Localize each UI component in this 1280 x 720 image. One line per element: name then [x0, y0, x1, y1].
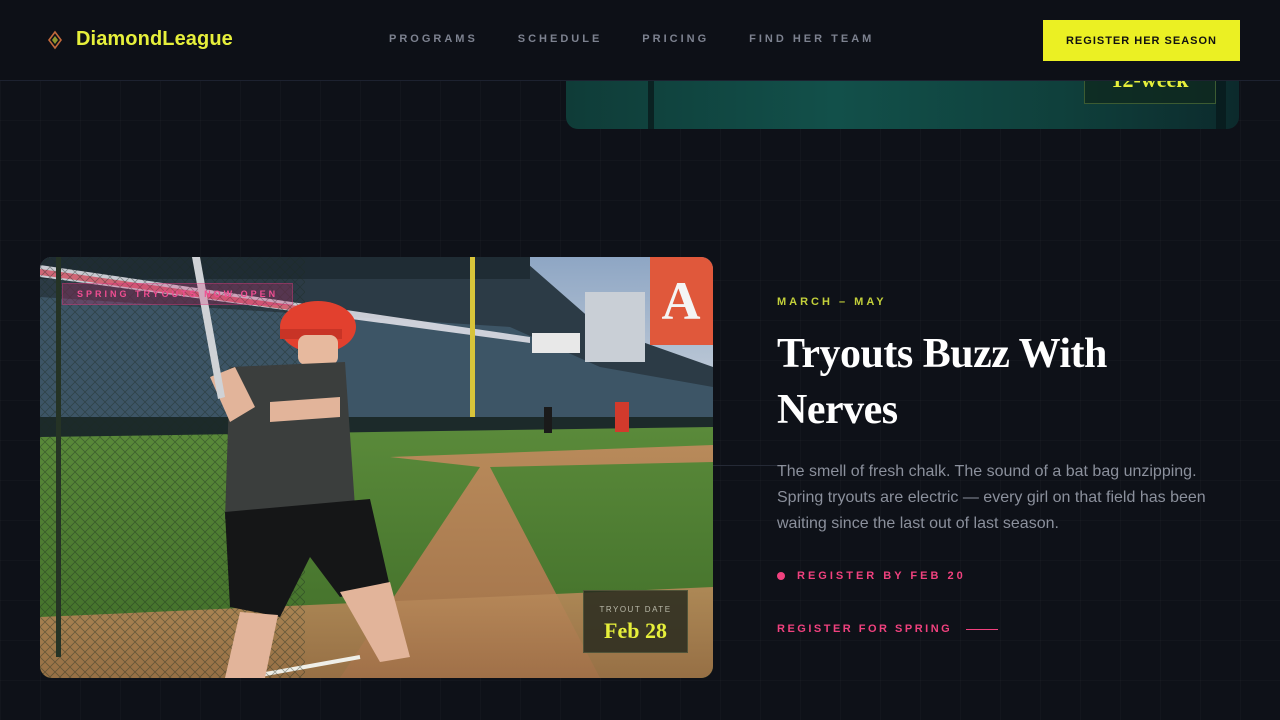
tryout-date-label: TRYOUT DATE — [599, 605, 672, 614]
nav-find-her-team[interactable]: FIND HER TEAM — [749, 33, 874, 45]
brand-name: DiamondLeague — [76, 28, 233, 50]
site-header: DiamondLeague PROGRAMS SCHEDULE PRICING … — [0, 0, 1280, 81]
diamond-logo-icon — [46, 30, 64, 50]
section-divider — [713, 465, 783, 466]
section-body: The smell of fresh chalk. The sound of a… — [777, 463, 1206, 532]
deadline-note: REGISTER BY FEB 20 — [777, 570, 966, 582]
brand[interactable]: DiamondLeague — [46, 28, 233, 51]
deadline-dot-icon — [777, 572, 785, 580]
section-title: Tryouts Buzz With Nerves — [777, 331, 1107, 433]
register-for-spring-link[interactable]: REGISTER FOR SPRING — [777, 623, 999, 635]
photo-banner: SPRING TRYOUTS NOW OPEN — [62, 283, 294, 305]
deadline-text: REGISTER BY FEB 20 — [797, 570, 966, 582]
nav-schedule[interactable]: SCHEDULE — [518, 33, 603, 45]
tryout-date-badge: TRYOUT DATE Feb 28 — [583, 590, 688, 653]
register-her-season-button[interactable]: REGISTER HER SEASON — [1043, 20, 1240, 61]
nav-pricing[interactable]: PRICING — [642, 33, 709, 45]
register-for-spring-label: REGISTER FOR SPRING — [777, 623, 953, 635]
arrow-line-icon — [966, 628, 999, 630]
nav-programs[interactable]: PROGRAMS — [389, 33, 478, 45]
tryout-date-value: Feb 28 — [604, 618, 667, 643]
main-nav: PROGRAMS SCHEDULE PRICING FIND HER TEAM — [389, 33, 874, 45]
season-eyebrow: MARCH – MAY — [777, 296, 887, 308]
svg-text:A: A — [662, 271, 701, 331]
